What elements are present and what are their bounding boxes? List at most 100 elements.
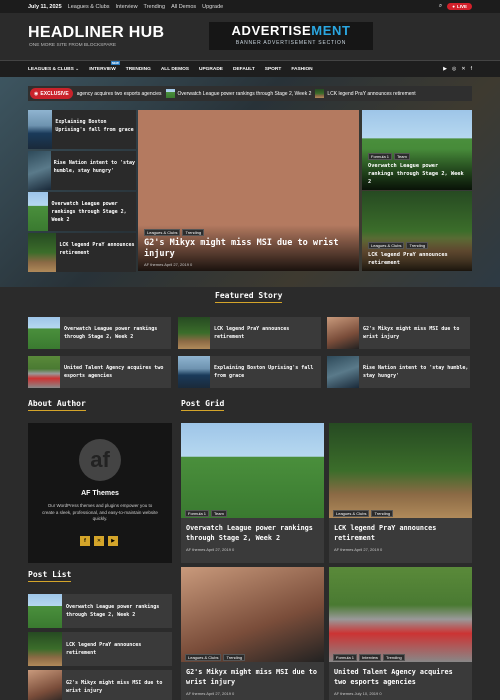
thumbnail	[28, 317, 60, 349]
live-dot-icon: ●	[452, 4, 455, 9]
card-title[interactable]: LCK legend PraY announces retirement	[334, 523, 468, 543]
card-title[interactable]: Overwatch League power rankings through …	[186, 523, 320, 543]
new-badge: NEW	[110, 60, 120, 65]
grid-card[interactable]: Leagues & Clubs Trending LCK legend PraY …	[329, 423, 472, 563]
youtube-icon[interactable]: ▶	[108, 536, 118, 546]
post-grid-title: Post Grid	[181, 399, 225, 411]
side-title[interactable]: Overwatch League power rankings through …	[368, 162, 466, 186]
post-meta: AF themes April 27, 2019 0	[334, 547, 383, 552]
youtube-icon[interactable]: ▶	[443, 66, 447, 72]
nav-fashion[interactable]: FASHION	[291, 67, 312, 72]
featured-item-title: LCK legend PraY announces retirement	[214, 326, 290, 340]
author-description: Our WordPress themes and plugins empower…	[42, 503, 158, 521]
featured-item[interactable]: Explaining Boston Uprising's fall from g…	[178, 356, 321, 388]
hero-list-item[interactable]: Overwatch League power rankings through …	[28, 192, 136, 231]
hero-side-card[interactable]: Formula 1 Team Overwatch League power ran…	[362, 110, 472, 190]
category-tag[interactable]: Trending	[406, 242, 429, 249]
category-tag[interactable]: Trending	[383, 654, 405, 661]
ad-title-a: ADVERTISE	[231, 23, 312, 38]
category-tag[interactable]: Leagues & Clubs	[368, 242, 405, 249]
card-image	[181, 567, 324, 662]
hero-main-story[interactable]: Leagues & Clubs Trending G2's Mikyx might…	[138, 110, 359, 271]
nav-leagues[interactable]: LEAGUES & CLUBS ⌄	[28, 67, 79, 72]
featured-item-title: Overwatch League power rankings through …	[64, 326, 158, 340]
exclusive-label: EXCLUSIVE	[40, 90, 69, 97]
live-button[interactable]: ● LIVE	[447, 3, 472, 10]
category-tag[interactable]: Team	[211, 510, 227, 517]
category-tag[interactable]: Leagues & Clubs	[144, 229, 181, 236]
grid-card[interactable]: Leagues & Clubs Trending G2's Mikyx might…	[181, 567, 324, 700]
ticker-item[interactable]: Overwatch League power rankings through …	[165, 89, 311, 98]
hero-side-card[interactable]: Leagues & Clubs Trending LCK legend PraY …	[362, 191, 472, 271]
thumbnail	[28, 670, 62, 700]
ticker-thumb	[315, 89, 325, 98]
thumbnail	[28, 192, 49, 231]
category-tag[interactable]: Formula 1	[333, 654, 358, 661]
featured-item[interactable]: G2's Mikyx might miss MSI due to wrist i…	[327, 317, 470, 349]
card-title[interactable]: United Talent Agency acquires two esport…	[334, 667, 468, 687]
category-tag[interactable]: Leagues & Clubs	[185, 654, 222, 661]
ticker-item[interactable]: LCK legend PraY announces retirement	[315, 89, 416, 98]
category-tag[interactable]: Formula 1	[368, 153, 393, 160]
category-tag[interactable]: Interview	[359, 654, 382, 661]
grid-card[interactable]: Formula 1 Team Overwatch League power ran…	[181, 423, 324, 563]
hero-caption: Leagues & Clubs Trending G2's Mikyx might…	[138, 225, 359, 271]
card-image	[329, 423, 472, 518]
ticker-text: LCK legend PraY announces retirement	[327, 90, 416, 97]
category-tag[interactable]: Trending	[371, 510, 394, 517]
nav-default[interactable]: DEFAULT	[233, 67, 255, 72]
site-header: HEADLINER HUB ONE MORE SITE FROM BLOCKSP…	[0, 13, 500, 60]
top-link-trending[interactable]: Trending	[144, 4, 166, 10]
featured-item[interactable]: LCK legend PraY announces retirement	[178, 317, 321, 349]
facebook-icon[interactable]: f	[471, 66, 472, 72]
instagram-icon[interactable]: ◎	[452, 66, 456, 72]
nav-trending[interactable]: TRENDING	[126, 67, 151, 72]
post-list-item[interactable]: G2's Mikyx might miss MSI due to wrist i…	[28, 670, 172, 700]
x-icon[interactable]: ✕	[461, 66, 465, 72]
category-tag[interactable]: Team	[394, 153, 410, 160]
ad-title-b: MENT	[311, 23, 351, 38]
category-tag[interactable]: Trending	[182, 229, 205, 236]
category-tag[interactable]: Formula 1	[185, 510, 210, 517]
hero-list-item[interactable]: Rise Nation intent to 'stay humble, stay…	[28, 151, 136, 190]
top-link-demos[interactable]: All Demos	[171, 4, 196, 10]
side-title[interactable]: LCK legend PraY announces retirement	[368, 251, 466, 267]
nav-interview[interactable]: INTERVIEW NEW	[89, 60, 120, 72]
nav-sport[interactable]: SPORT	[265, 67, 282, 72]
hero-list-title: Rise Nation intent to 'stay humble, stay…	[53, 160, 136, 174]
hero-list-item[interactable]: LCK legend PraY announces retirement	[28, 233, 136, 272]
featured-item[interactable]: Overwatch League power rankings through …	[28, 317, 171, 349]
top-link-upgrade[interactable]: Upgrade	[202, 4, 223, 10]
post-list-item[interactable]: LCK legend PraY announces retirement	[28, 632, 172, 666]
hero-list-item[interactable]: Explaining Boston Uprising's fall from g…	[28, 110, 136, 149]
facebook-icon[interactable]: f	[80, 536, 90, 546]
post-list-item[interactable]: Overwatch League power rankings through …	[28, 594, 172, 628]
ticker-text: agency acquires two esports agencies	[76, 90, 162, 97]
hero-title[interactable]: G2's Mikyx might miss MSI due to wrist i…	[144, 238, 353, 260]
ticker-item[interactable]: agency acquires two esports agencies	[77, 91, 162, 97]
ad-subtitle: BANNER ADVERTISEMENT SECTION	[235, 40, 347, 46]
thumbnail	[178, 317, 210, 349]
hero-list-title: LCK legend PraY announces retirement	[59, 242, 135, 256]
featured-item-title: Explaining Boston Uprising's fall from g…	[214, 365, 314, 379]
site-tagline: ONE MORE SITE FROM BLOCKSPARE	[29, 43, 117, 48]
author-name: AF Themes	[81, 490, 119, 497]
nav-upgrade[interactable]: UPGRADE	[199, 67, 223, 72]
top-bar: July 11, 2025 Leagues & Clubs Interview …	[0, 0, 500, 13]
nav-all-demos[interactable]: ALL DEMOS	[161, 67, 189, 72]
x-icon[interactable]: ✕	[94, 536, 104, 546]
exclusive-badge: ◉ EXCLUSIVE	[30, 88, 73, 99]
grid-card[interactable]: Formula 1 Interview Trending United Talent…	[329, 567, 472, 700]
site-logo[interactable]: HEADLINER HUB	[28, 24, 164, 42]
featured-item[interactable]: Rise Nation intent to 'stay humble, stay…	[327, 356, 470, 388]
top-link-leagues[interactable]: Leagues & Clubs	[68, 4, 110, 10]
card-title[interactable]: G2's Mikyx might miss MSI due to wrist i…	[186, 667, 320, 687]
top-link-interview[interactable]: Interview	[116, 4, 138, 10]
featured-item[interactable]: United Talent Agency acquires two esport…	[28, 356, 171, 388]
category-tag[interactable]: Trending	[223, 654, 246, 661]
search-icon[interactable]: ⌕	[439, 3, 442, 10]
advertisement-banner[interactable]: ADVERTISEMENT BANNER ADVERTISEMENT SECTI…	[209, 22, 373, 50]
live-label: LIVE	[456, 4, 467, 9]
news-ticker: ◉ EXCLUSIVE agency acquires two esports a…	[28, 86, 472, 101]
category-tag[interactable]: Leagues & Clubs	[333, 510, 370, 517]
